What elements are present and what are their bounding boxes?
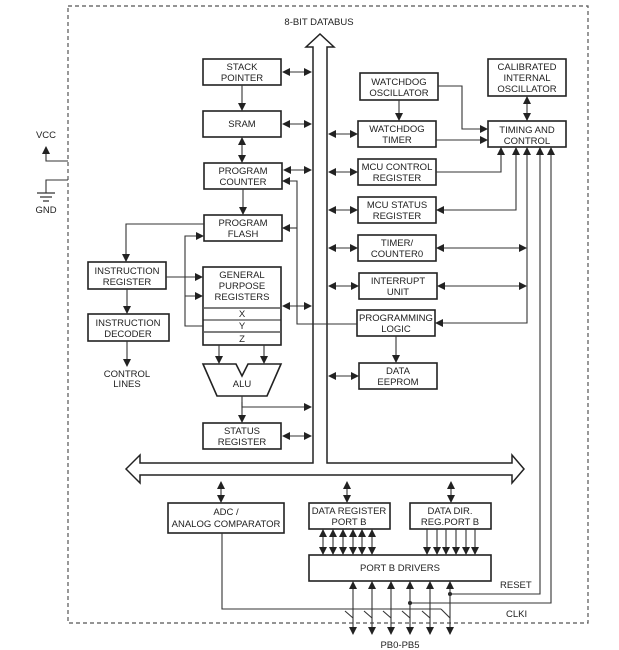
- instruction-register-label: INSTRUCTION: [95, 266, 160, 277]
- calibrated-oscillator-label: INTERNAL: [504, 73, 551, 84]
- connections: [122, 68, 555, 635]
- timing-control-label: TIMING AND: [499, 125, 555, 136]
- y-register-label: Y: [239, 321, 246, 332]
- adc-label: ADC /: [213, 507, 239, 518]
- interrupt-unit-label: UNIT: [387, 287, 409, 298]
- gnd-pin: GND: [35, 179, 68, 216]
- data-dir-port-b-label: REG.PORT B: [421, 517, 479, 528]
- timer-counter0-label: COUNTER0: [371, 249, 423, 260]
- data-eeprom-label: EEPROM: [377, 377, 418, 388]
- mcu-control-register-label: MCU CONTROL: [362, 162, 433, 173]
- gp-registers-label: PURPOSE: [219, 281, 265, 292]
- data-dir-port-b-label: DATA DIR.: [427, 506, 472, 517]
- stack-pointer-label: STACK: [227, 62, 259, 73]
- program-counter-label: COUNTER: [220, 177, 267, 188]
- instruction-register-label: REGISTER: [103, 277, 152, 288]
- watchdog-oscillator-label: OSCILLATOR: [369, 88, 428, 99]
- clki-label: CLKI: [506, 609, 527, 620]
- status-register-label: STATUS: [224, 426, 260, 437]
- watchdog-oscillator-label: WATCHDOG: [371, 77, 426, 88]
- gp-registers-label: REGISTERS: [215, 292, 270, 303]
- stack-pointer-label: POINTER: [221, 73, 263, 84]
- control-lines-label: LINES: [113, 379, 140, 390]
- mcu-status-register-label: REGISTER: [373, 211, 422, 222]
- calibrated-oscillator-label: OSCILLATOR: [497, 84, 556, 95]
- z-register-label: Z: [239, 334, 245, 345]
- gp-registers-label: GENERAL: [219, 270, 264, 281]
- adc-label: ANALOG COMPARATOR: [172, 519, 281, 530]
- vertical-databus: [124, 32, 525, 486]
- vcc-pin: VCC: [36, 130, 68, 162]
- interrupt-unit-label: INTERRUPT: [371, 276, 426, 287]
- databus-label: 8-BIT DATABUS: [284, 17, 353, 28]
- mcu-control-register-label: REGISTER: [373, 173, 422, 184]
- alu-label: ALU: [233, 379, 252, 390]
- reset-label: RESET: [500, 580, 532, 591]
- vcc-label: VCC: [36, 130, 56, 141]
- calibrated-oscillator-label: CALIBRATED: [498, 62, 557, 73]
- program-flash-label: FLASH: [228, 229, 259, 240]
- data-eeprom-label: DATA: [386, 366, 411, 377]
- instruction-decoder-label: DECODER: [104, 329, 152, 340]
- gnd-label: GND: [35, 205, 56, 216]
- x-register-label: X: [239, 309, 246, 320]
- sram-label: SRAM: [228, 119, 256, 130]
- watchdog-timer-label: WATCHDOG: [369, 124, 424, 135]
- data-register-port-b-label: PORT B: [331, 517, 366, 528]
- timer-counter0-label: TIMER/: [381, 238, 414, 249]
- port-b-drivers-label: PORT B DRIVERS: [360, 563, 440, 574]
- block-diagram: VCC GND 8-BIT DATABUS STACK POINTER SRAM…: [35, 5, 589, 650]
- pb-pins-label: PB0-PB5: [380, 640, 419, 650]
- timing-control-label: CONTROL: [504, 136, 550, 147]
- program-counter-label: PROGRAM: [218, 166, 267, 177]
- programming-logic-label: LOGIC: [381, 324, 411, 335]
- program-flash-label: PROGRAM: [218, 218, 267, 229]
- instruction-decoder-label: INSTRUCTION: [96, 318, 161, 329]
- ground-icon: [37, 192, 55, 202]
- watchdog-timer-label: TIMER: [382, 135, 412, 146]
- status-register-label: REGISTER: [218, 437, 267, 448]
- programming-logic-label: PROGRAMMING: [359, 313, 433, 324]
- data-register-port-b-label: DATA REGISTER: [312, 506, 387, 517]
- mcu-status-register-label: MCU STATUS: [367, 200, 427, 211]
